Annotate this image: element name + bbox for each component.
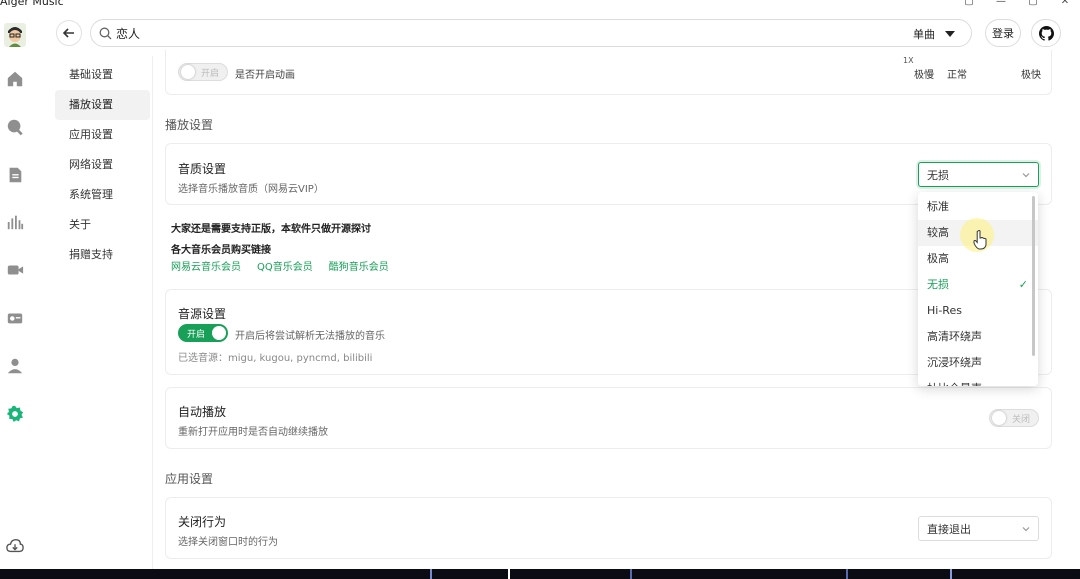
login-button[interactable]: 登录: [985, 19, 1021, 47]
source-title: 音源设置: [178, 307, 227, 321]
radio-icon[interactable]: [5, 308, 25, 328]
settings-nav: 基础设置 播放设置 应用设置 网络设置 系统管理 关于 捐赠支持: [55, 60, 150, 270]
autoplay-title: 自动播放: [178, 405, 227, 419]
quality-option-lossless-label: 无损: [927, 278, 949, 291]
membership-links: 网易云音乐会员 QQ音乐会员 酷狗音乐会员: [171, 258, 389, 273]
quality-subtitle: 选择音乐播放音质（网易云VIP）: [178, 184, 324, 195]
quality-option-dolby[interactable]: 杜比全景声: [918, 376, 1038, 386]
app-window: Aiger Music ▢ — ▢ ✕ 恋人 单曲 登录 基础设置 播放设置 应…: [0, 0, 1080, 579]
bar-line: [630, 569, 632, 579]
search-input[interactable]: [116, 26, 876, 40]
nav-item-about[interactable]: 关于: [55, 210, 150, 240]
bar-line: [846, 569, 848, 579]
title-bar: Aiger Music ▢ — ▢ ✕: [0, 0, 1080, 10]
toggle-knob: [212, 326, 227, 340]
link-netease-vip[interactable]: 网易云音乐会员: [171, 258, 241, 273]
video-icon[interactable]: [5, 260, 25, 280]
quality-option-immersive[interactable]: 沉浸环绕声: [918, 350, 1038, 376]
section-heading-app: 应用设置: [165, 472, 214, 486]
nav-item-donate[interactable]: 捐赠支持: [55, 240, 150, 270]
search-icon: [99, 27, 112, 39]
link-qq-vip[interactable]: QQ音乐会员: [257, 258, 313, 273]
check-icon: ✓: [1018, 278, 1028, 291]
toggle-knob: [992, 411, 1006, 425]
nav-divider: [152, 56, 153, 569]
search-type-label: 单曲: [913, 28, 935, 41]
autoplay-toggle-label: 关闭: [1012, 414, 1031, 425]
hand-cursor-icon: [973, 230, 987, 250]
search-bar[interactable]: 单曲: [90, 19, 972, 47]
support-note-line2: 各大音乐会员购买链接: [171, 245, 271, 256]
bar-line: [430, 569, 432, 579]
close-behavior-title: 关闭行为: [178, 515, 227, 529]
window-control-close[interactable]: ✕: [1058, 0, 1072, 7]
chevron-down-icon: [1022, 173, 1030, 178]
window-controls: ▢ — ▢ ✕: [962, 0, 1072, 7]
nav-item-app[interactable]: 应用设置: [55, 120, 150, 150]
dropdown-scrollbar[interactable]: [1032, 196, 1035, 356]
avatar[interactable]: [3, 22, 27, 48]
quality-option-lossless[interactable]: 无损 ✓: [918, 272, 1038, 298]
source-toggle[interactable]: 开启: [178, 324, 228, 342]
playlist-icon[interactable]: [5, 165, 25, 185]
back-button[interactable]: [56, 20, 82, 46]
autoplay-toggle[interactable]: 关闭: [989, 409, 1039, 427]
link-kugou-vip[interactable]: 酷狗音乐会员: [329, 258, 389, 273]
quality-option-hd-surround[interactable]: 高清环绕声: [918, 324, 1038, 350]
close-behavior-card: 关闭行为 选择关闭窗口时的行为 直接退出: [165, 497, 1052, 559]
arrow-left-icon: [62, 28, 74, 38]
bar-line: [950, 569, 952, 579]
user-icon[interactable]: [5, 356, 25, 376]
github-button[interactable]: [1031, 19, 1061, 47]
icon-rail: [0, 10, 30, 570]
home-icon[interactable]: [5, 69, 25, 89]
nav-item-network[interactable]: 网络设置: [55, 150, 150, 180]
speed-label-normal: 正常: [947, 70, 967, 81]
animation-toggle-label: 开启: [201, 68, 220, 79]
app-title: Aiger Music: [0, 0, 64, 8]
close-behavior-value: 直接退出: [927, 522, 971, 536]
source-toggle-label: 开启: [187, 329, 206, 340]
autoplay-card: 自动播放 重新打开应用时是否自动继续播放 关闭: [165, 387, 1052, 449]
close-behavior-select[interactable]: 直接退出: [918, 516, 1039, 541]
chart-icon[interactable]: [5, 212, 25, 232]
animation-toggle[interactable]: 开启: [178, 63, 228, 81]
quality-select[interactable]: 无损: [918, 162, 1039, 187]
chevron-down-icon: [1022, 527, 1030, 532]
speed-label-fast: 极快: [1021, 70, 1041, 81]
close-behavior-subtitle: 选择关闭窗口时的行为: [178, 537, 278, 548]
quality-option-hires[interactable]: Hi-Res: [918, 298, 1038, 324]
nav-item-playback[interactable]: 播放设置: [55, 90, 150, 120]
quality-title: 音质设置: [178, 162, 227, 176]
search-icon[interactable]: [5, 117, 25, 137]
autoplay-subtitle: 重新打开应用时是否自动继续播放: [178, 427, 328, 438]
settings-icon[interactable]: [5, 404, 25, 424]
quality-option-standard[interactable]: 标准: [918, 194, 1038, 220]
animation-desc: 是否开启动画: [235, 70, 295, 81]
caret-down-icon: [945, 31, 955, 37]
nav-item-system[interactable]: 系统管理: [55, 180, 150, 210]
toggle-knob: [181, 65, 195, 79]
speed-tick-label: 1X: [903, 56, 914, 65]
animation-card: 开启 是否开启动画 1X 极慢 正常 极快: [165, 50, 1052, 95]
bottom-bar: [0, 569, 1080, 579]
bar-line: [508, 569, 510, 579]
window-control-pin[interactable]: ▢: [962, 0, 976, 7]
selected-sources: 已选音源：migu, kugou, pyncmd, bilibili: [178, 353, 373, 364]
window-control-minimize[interactable]: —: [994, 0, 1008, 7]
search-type-select[interactable]: 单曲: [913, 26, 955, 42]
speed-label-slow: 极慢: [914, 70, 934, 81]
support-note-line1: 大家还是需要支持正版，本软件只做开源探讨: [171, 224, 371, 235]
github-icon: [1038, 25, 1054, 41]
quality-select-value: 无损: [927, 168, 949, 182]
window-control-maximize[interactable]: ▢: [1026, 0, 1040, 7]
section-heading-playback: 播放设置: [165, 118, 214, 132]
cloud-download-icon[interactable]: [5, 536, 25, 556]
nav-item-basic[interactable]: 基础设置: [55, 60, 150, 90]
source-desc: 开启后将尝试解析无法播放的音乐: [235, 331, 385, 342]
